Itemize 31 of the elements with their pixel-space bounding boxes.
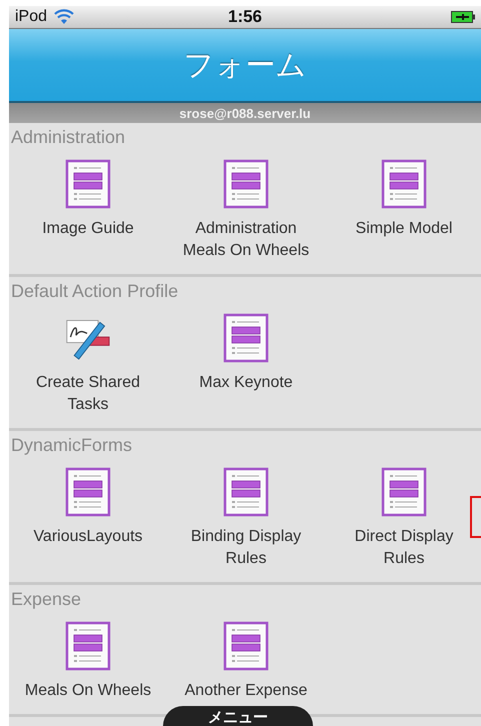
form-label[interactable]: Another Expense: [178, 680, 314, 702]
form-icon: [65, 621, 111, 671]
section-header: DynamicForms: [10, 435, 134, 457]
form-label[interactable]: VariousLayouts: [20, 526, 156, 548]
wifi-icon: [53, 9, 76, 25]
form-icon: [381, 159, 427, 209]
nav-title: フォーム: [184, 48, 306, 84]
form-icon: [65, 467, 111, 517]
form-icon: [223, 159, 269, 209]
section-header: Default Action Profile: [10, 281, 180, 303]
form-label[interactable]: Meals On Wheels: [20, 680, 156, 702]
form-icon: [223, 313, 269, 363]
section-header: Expense: [10, 589, 82, 611]
form-label[interactable]: Create Shared Tasks: [20, 372, 156, 416]
account-email: srose@r088.server.lu: [179, 106, 311, 120]
form-label[interactable]: Image Guide: [20, 218, 156, 240]
battery-charging-icon: [451, 11, 475, 23]
form-icon: [223, 621, 269, 671]
menu-tab[interactable]: メニュー: [163, 706, 313, 726]
status-time: 1:56: [228, 7, 262, 26]
form-label[interactable]: Max Keynote: [178, 372, 314, 394]
form-label[interactable]: Administration Meals On Wheels: [178, 218, 314, 262]
form-label[interactable]: Simple Model: [336, 218, 472, 240]
form-icon: [223, 467, 269, 517]
form-icon: [381, 467, 427, 517]
selection-outline: [470, 496, 481, 538]
carrier-name: iPod: [15, 8, 48, 26]
form-icon: [65, 159, 111, 209]
form-label[interactable]: Direct Display Rules: [336, 526, 472, 570]
section-header: Administration: [10, 127, 126, 149]
form-label[interactable]: Binding Display Rules: [178, 526, 314, 570]
